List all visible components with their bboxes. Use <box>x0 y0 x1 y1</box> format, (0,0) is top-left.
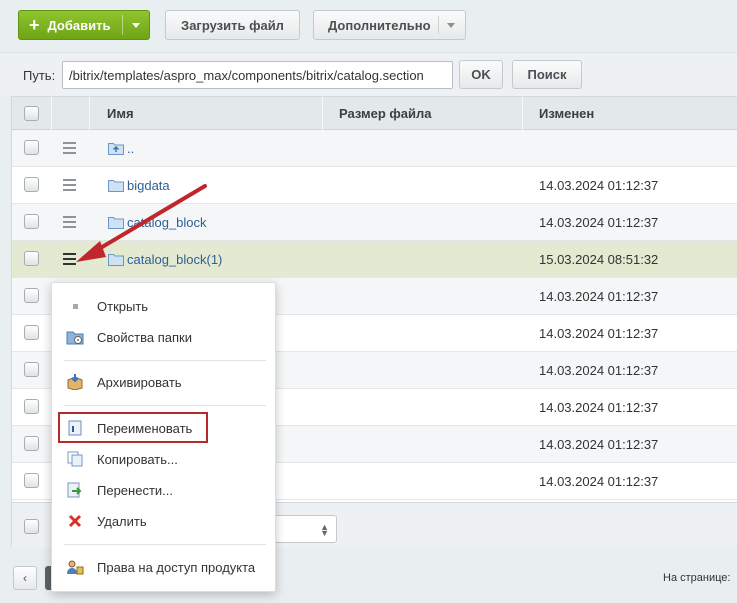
column-header-size[interactable]: Размер файла <box>323 97 523 130</box>
toolbar: + Добавить Загрузить файл Дополнительно <box>0 0 737 52</box>
row-checkbox[interactable] <box>24 251 39 266</box>
footer-checkbox[interactable] <box>24 519 39 534</box>
folder-icon <box>108 252 124 269</box>
prev-page-button[interactable]: ‹ <box>13 566 37 590</box>
folder-icon <box>108 178 124 195</box>
row-modified-date: 15.03.2024 08:51:32 <box>539 252 659 267</box>
row-checkbox[interactable] <box>24 473 39 488</box>
path-input[interactable] <box>62 61 453 89</box>
archive-icon <box>66 374 84 391</box>
row-modified-date: 14.03.2024 01:12:37 <box>539 178 659 193</box>
chevron-left-icon: ‹ <box>23 571 27 585</box>
table-row[interactable]: .. <box>12 130 737 167</box>
row-menu-icon[interactable] <box>63 216 76 228</box>
move-icon <box>66 482 84 498</box>
folder-properties-icon <box>66 329 84 345</box>
row-modified-date: 14.03.2024 01:12:37 <box>539 289 659 304</box>
row-modified-date: 14.03.2024 01:12:37 <box>539 215 659 230</box>
search-button[interactable]: Поиск <box>512 60 582 89</box>
rename-highlight-frame <box>58 412 208 443</box>
add-button-label: Добавить <box>47 17 111 33</box>
more-button[interactable]: Дополнительно <box>313 10 466 40</box>
table-row[interactable]: catalog_block(1) 15.03.2024 08:51:32 <box>12 241 737 278</box>
row-modified-date: 14.03.2024 01:12:37 <box>539 363 659 378</box>
dot-icon <box>66 298 84 314</box>
row-checkbox[interactable] <box>24 288 39 303</box>
upload-file-button[interactable]: Загрузить файл <box>165 10 300 40</box>
row-modified-date: 14.03.2024 01:12:37 <box>539 437 659 452</box>
row-modified-date: 14.03.2024 01:12:37 <box>539 326 659 341</box>
copy-icon <box>66 451 84 467</box>
more-button-label: Дополнительно <box>328 17 431 33</box>
column-header-name[interactable]: Имя <box>90 97 323 130</box>
folder-icon <box>108 215 124 232</box>
path-label: Путь: <box>23 68 56 83</box>
row-menu-icon[interactable] <box>63 179 76 191</box>
grid-header: Имя Размер файла Изменен <box>12 97 737 130</box>
row-checkbox[interactable] <box>24 399 39 414</box>
ok-button[interactable]: OK <box>459 60 503 89</box>
column-header-modified[interactable]: Изменен <box>523 97 737 130</box>
row-checkbox[interactable] <box>24 214 39 229</box>
row-checkbox[interactable] <box>24 362 39 377</box>
row-checkbox[interactable] <box>24 436 39 451</box>
row-checkbox[interactable] <box>24 140 39 155</box>
row-name-link[interactable]: bigdata <box>127 178 170 193</box>
row-name-link[interactable]: .. <box>127 141 134 156</box>
menu-item-delete[interactable]: Удалить <box>52 507 277 535</box>
add-button[interactable]: + Добавить <box>18 10 150 40</box>
path-bar: Путь: <box>0 52 737 96</box>
row-menu-icon[interactable] <box>63 142 76 154</box>
per-page-label: На странице: <box>663 572 731 584</box>
menu-item-copy[interactable]: Копировать... <box>52 445 277 473</box>
table-row[interactable]: catalog_block 14.03.2024 01:12:37 <box>12 204 737 241</box>
folder-up-icon <box>108 141 124 158</box>
row-menu-icon[interactable] <box>63 253 76 265</box>
select-all-checkbox[interactable] <box>24 106 39 121</box>
menu-item-archive[interactable]: Архивировать <box>52 368 277 396</box>
action-select[interactable]: ▲ ▼ <box>267 515 337 543</box>
select-arrows-icon: ▲ ▼ <box>320 522 329 538</box>
row-checkbox[interactable] <box>24 177 39 192</box>
row-name-link[interactable]: catalog_block(1) <box>127 252 222 267</box>
row-name-link[interactable]: catalog_block <box>127 215 207 230</box>
menu-item-access-rights[interactable]: Права на доступ продукта <box>52 553 277 581</box>
menu-item-open[interactable]: Открыть <box>52 292 277 320</box>
plus-icon: + <box>29 15 40 35</box>
row-modified-date: 14.03.2024 01:12:37 <box>539 400 659 415</box>
delete-icon <box>66 513 84 529</box>
chevron-down-icon[interactable] <box>132 23 140 28</box>
menu-item-move[interactable]: Перенести... <box>52 476 277 504</box>
menu-item-folder-properties[interactable]: Свойства папки <box>52 323 277 351</box>
access-rights-icon <box>66 559 84 575</box>
context-menu: Открыть Свойства папки Архивировать Пере… <box>51 282 276 592</box>
table-row[interactable]: bigdata 14.03.2024 01:12:37 <box>12 167 737 204</box>
chevron-down-icon <box>447 23 455 28</box>
row-checkbox[interactable] <box>24 325 39 340</box>
row-modified-date: 14.03.2024 01:12:37 <box>539 474 659 489</box>
